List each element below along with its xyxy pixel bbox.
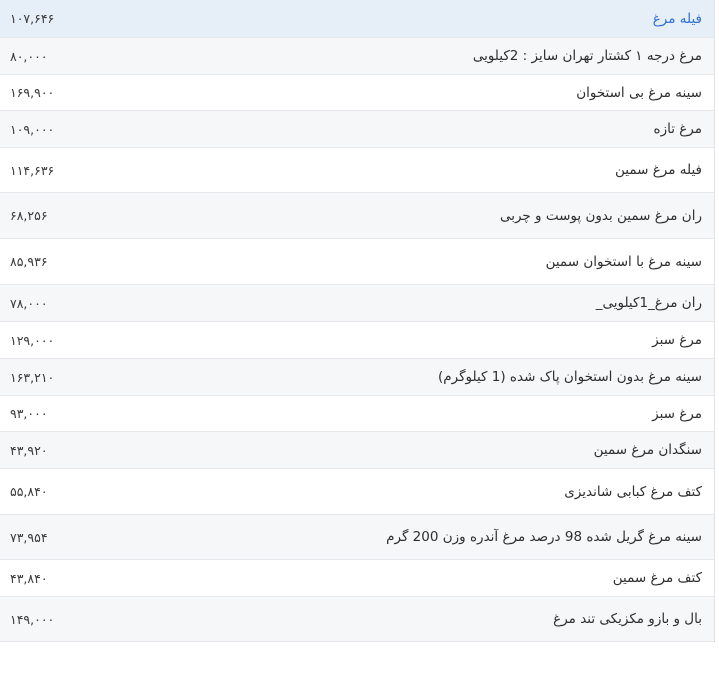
row-name: بال و بازو مکزیکی تند مرغ [553,611,702,627]
table-row: ۱۶۹,۹۰۰ سینه مرغ بی استخوان [0,75,714,111]
row-price: ۴۳,۹۲۰ [10,442,48,458]
table-row: ۱۴۹,۰۰۰ بال و بازو مکزیکی تند مرغ [0,597,714,642]
row-price: ۶۸,۲۵۶ [10,208,48,223]
price-table: ۱۰۷,۶۴۶ فیله مرغ ۸۰,۰۰۰ مرغ درجه ۱ کشتار… [0,0,715,678]
row-price: ۷۳,۹۵۴ [10,529,48,545]
row-price: ۱۱۴,۶۳۶ [10,162,55,178]
row-name: سینه مرغ بدون استخوان پاک شده (1 کیلوگرم… [438,369,702,385]
row-price: ۷۸,۰۰۰ [10,295,48,311]
row-name: مرغ سبز [652,405,702,422]
row-name: مرغ تازه [653,121,703,137]
row-name: کتف مرغ کبابی شاندیزی [564,483,702,500]
table-row: ۸۰,۰۰۰ مرغ درجه ۱ کشتار تهران سایز : 2کی… [0,38,714,75]
row-price: ۴۳,۸۴۰ [10,570,48,586]
row-price: ۸۵,۹۳۶ [10,254,48,269]
row-name: ران مرغ سمین بدون پوست و چربی [499,207,702,224]
table-header-row: ۱۰۷,۶۴۶ فیله مرغ [0,0,714,38]
row-name: سینه مرغ گریل شده 98 درصد مرغ آندره وزن … [386,529,702,545]
table-row: ۱۶۳,۲۱۰ سینه مرغ بدون استخوان پاک شده (1… [0,359,714,396]
row-name: کتف مرغ سمین [612,570,702,586]
table-row: ۷۳,۹۵۴ سینه مرغ گریل شده 98 درصد مرغ آند… [0,515,714,560]
table-row: ۱۱۴,۶۳۶ فیله مرغ سمین [0,148,714,193]
row-price: ۵۵,۸۴۰ [10,484,48,499]
header-name: فیله مرغ [652,10,702,27]
table-row: ۴۳,۹۲۰ سنگدان مرغ سمین [0,432,714,469]
table-row: ۹۳,۰۰۰ مرغ سبز [0,396,714,432]
row-price: ۱۶۹,۹۰۰ [10,85,55,100]
row-price: ۱۰۹,۰۰۰ [10,121,55,137]
row-name: مرغ سبز [652,332,702,348]
row-price: ۹۳,۰۰۰ [10,406,48,421]
row-name: سینه مرغ با استخوان سمین [545,253,702,270]
row-name: مرغ درجه ۱ کشتار تهران سایز : 2کیلویی [472,48,702,64]
row-name: سنگدان مرغ سمین [593,442,702,458]
table-row: ۷۸,۰۰۰ ران مرغ_1کیلویی_ [0,285,714,322]
row-name: سینه مرغ بی استخوان [576,84,702,101]
table-row: ۱۲۹,۰۰۰ مرغ سبز [0,322,714,359]
row-price: ۸۰,۰۰۰ [10,48,48,64]
row-name: ران مرغ_1کیلویی_ [595,295,702,311]
table-row: ۱۰۹,۰۰۰ مرغ تازه [0,111,714,148]
table-row [0,642,714,678]
row-price: ۱۲۹,۰۰۰ [10,332,55,348]
table-row: ۸۵,۹۳۶ سینه مرغ با استخوان سمین [0,239,714,285]
table-row: ۶۸,۲۵۶ ران مرغ سمین بدون پوست و چربی [0,193,714,239]
table-row: ۵۵,۸۴۰ کتف مرغ کبابی شاندیزی [0,469,714,515]
header-price: ۱۰۷,۶۴۶ [10,11,55,26]
table-row: ۴۳,۸۴۰ کتف مرغ سمین [0,560,714,597]
row-price: ۱۴۹,۰۰۰ [10,611,55,627]
row-name: فیله مرغ سمین [614,162,702,178]
row-price: ۱۶۳,۲۱۰ [10,369,55,385]
